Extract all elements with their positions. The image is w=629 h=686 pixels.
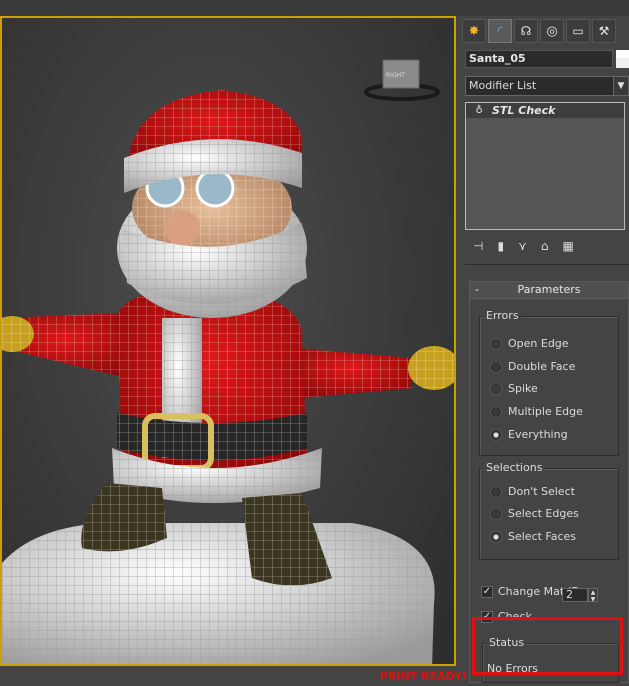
radio-select-edges[interactable]: Select Edges [491, 507, 579, 520]
spinner-arrows-icon[interactable]: ▲ ▼ [588, 588, 598, 603]
show-end-result-icon[interactable]: ▮ [497, 239, 504, 253]
stack-item-stl-check[interactable]: ♁ STL Check [466, 103, 624, 118]
tab-utilities[interactable]: ⚒ [592, 19, 616, 43]
radio-dot [491, 361, 501, 372]
status-highlight-box [472, 617, 623, 675]
pin-stack-icon[interactable]: ⊣ [473, 239, 483, 253]
stack-toolbar: ⊣ ▮ ⋎ ⌂ ▦ [465, 236, 629, 256]
radio-dont-select[interactable]: Don't Select [491, 485, 575, 498]
radio-spike[interactable]: Spike [491, 382, 538, 395]
radio-label: Open Edge [508, 337, 569, 350]
divider [465, 264, 629, 265]
radio-double-face[interactable]: Double Face [491, 360, 575, 373]
tab-motion[interactable]: ◎ [540, 19, 564, 43]
santa-model-wireframe [2, 59, 454, 664]
print-ready-label: PRINT READY! [380, 670, 467, 683]
motion-icon: ◎ [546, 23, 558, 39]
tab-hierarchy[interactable]: ☊ [514, 19, 538, 43]
radio-dot [491, 486, 501, 497]
radio-multiple-edge[interactable]: Multiple Edge [491, 405, 583, 418]
radio-label: Everything [508, 428, 568, 441]
radio-dot-selected [491, 531, 501, 542]
make-unique-icon[interactable]: ⋎ [518, 239, 527, 253]
parameters-rollout-header[interactable]: - Parameters [470, 282, 628, 299]
top-strip [0, 0, 629, 16]
viewcube-label[interactable]: RIGHT [386, 72, 405, 79]
modifier-stack[interactable]: ♁ STL Check [465, 102, 625, 230]
display-icon: ▭ [572, 24, 584, 38]
radio-dot [491, 338, 501, 349]
radio-open-edge[interactable]: Open Edge [491, 337, 569, 350]
selections-group: Selections Don't Select Select Edges Sel… [479, 461, 619, 560]
object-color-swatch[interactable] [616, 50, 629, 68]
tab-display[interactable]: ▭ [566, 19, 590, 43]
configure-modifier-sets-icon[interactable]: ▦ [562, 239, 573, 253]
modifier-list-label: Modifier List [469, 79, 537, 92]
errors-group-title: Errors [484, 309, 521, 322]
viewport-perspective[interactable]: RIGHT [0, 16, 456, 666]
create-icon: ✸ [468, 23, 480, 39]
radio-label: Don't Select [508, 485, 575, 498]
modify-icon: ◜ [497, 23, 503, 39]
utilities-icon: ⚒ [598, 24, 610, 38]
hierarchy-icon: ☊ [520, 24, 532, 38]
chevron-down-icon: ▼ [613, 77, 628, 95]
radio-dot-selected [491, 429, 501, 440]
checkmark-icon: ✓ [481, 585, 493, 598]
radio-dot [491, 406, 501, 417]
radio-label: Spike [508, 382, 538, 395]
radio-dot [491, 508, 501, 519]
radio-select-faces[interactable]: Select Faces [491, 530, 576, 543]
radio-everything[interactable]: Everything [491, 428, 568, 441]
command-panel: ✸ ◜ ☊ ◎ ▭ ⚒ Santa_05 Modifier List ▼ ♁ S… [458, 16, 629, 686]
remove-modifier-icon[interactable]: ⌂ [541, 239, 549, 253]
stack-item-label: STL Check [492, 104, 556, 117]
radio-label: Double Face [508, 360, 576, 373]
collapse-icon: - [475, 283, 479, 296]
command-panel-tabs: ✸ ◜ ☊ ◎ ▭ ⚒ [458, 16, 629, 46]
errors-group: Errors Open Edge Double Face Spike Multi… [479, 309, 619, 456]
mat-id-spinner-field[interactable]: 2 [562, 588, 588, 602]
tab-modify[interactable]: ◜ [488, 19, 512, 43]
radio-dot [491, 383, 501, 394]
radio-label: Select Faces [508, 530, 577, 543]
rollout-title: Parameters [517, 283, 581, 296]
radio-label: Multiple Edge [508, 405, 583, 418]
lightbulb-icon[interactable]: ♁ [466, 105, 492, 116]
tab-create[interactable]: ✸ [462, 19, 486, 43]
radio-label: Select Edges [508, 507, 579, 520]
modifier-list-dropdown[interactable]: Modifier List ▼ [465, 76, 629, 96]
selections-group-title: Selections [484, 461, 545, 474]
object-name-field[interactable]: Santa_05 [465, 50, 613, 68]
